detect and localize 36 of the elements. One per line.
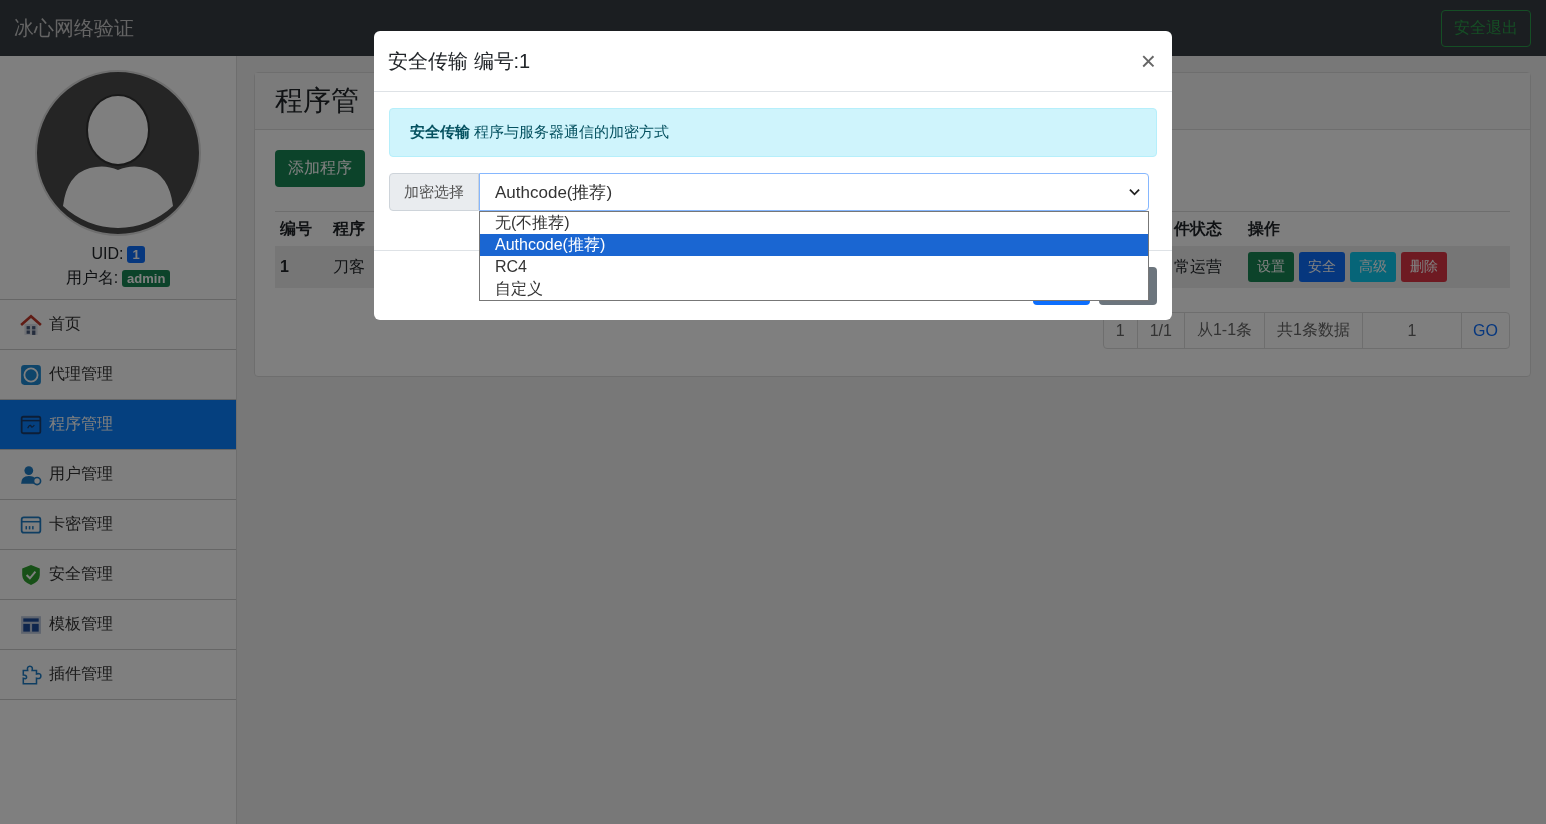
go-button[interactable]: GO — [1461, 312, 1510, 349]
pagination-item: 从1-1条 — [1183, 312, 1266, 349]
sidebar-item[interactable]: 卡密管理 — [0, 500, 236, 550]
info-alert: 安全传输 程序与服务器通信的加密方式 — [389, 108, 1157, 157]
action-button[interactable]: 安全 — [1299, 252, 1345, 282]
column-header: 操作 — [1246, 218, 1281, 239]
brand-title: 冰心网络验证 — [14, 15, 134, 41]
page-input[interactable]: 1 — [1362, 312, 1462, 349]
sidebar-item[interactable]: 插件管理 — [0, 650, 236, 700]
username-label: 用户名: — [65, 267, 119, 288]
sidebar-item[interactable]: 用户管理 — [0, 450, 236, 500]
username-badge: admin — [122, 269, 171, 287]
table-cell-text: 刀客 — [332, 256, 366, 277]
option-item[interactable]: Authcode(推荐) — [480, 234, 1148, 256]
sidebar-item[interactable]: 首页 — [0, 300, 236, 350]
option-item[interactable]: 无(不推荐) — [480, 212, 1148, 234]
sidebar-item[interactable]: 安全管理 — [0, 550, 236, 600]
column-header: 程序 — [331, 218, 366, 239]
action-button[interactable]: 删除 — [1401, 252, 1447, 282]
option-item[interactable]: 自定义 — [480, 278, 1148, 300]
uid-badge: 1 — [127, 245, 145, 263]
sidebar-item[interactable]: 模板管理 — [0, 600, 236, 650]
action-button[interactable]: 设置 — [1248, 252, 1294, 282]
table-cell-text: 1 — [279, 258, 290, 276]
encryption-select[interactable]: Authcode(推荐) — [479, 173, 1149, 211]
sidebar-item[interactable]: 程序管理 — [0, 400, 236, 450]
column-header: 编号 — [279, 218, 313, 239]
encryption-label: 加密选择 — [389, 173, 479, 211]
column-header: 件状态 — [1172, 218, 1223, 239]
dialog-title: 安全传输 编号:1 — [388, 48, 531, 74]
uid-label: UID: — [91, 245, 124, 263]
page-title: 程序管 — [275, 84, 359, 118]
table-cell-text: 常运营 — [1173, 256, 1223, 277]
option-item[interactable]: RC4 — [480, 256, 1148, 278]
close-button[interactable]: × — [1140, 45, 1156, 77]
add-program-button[interactable]: 添加程序 — [275, 150, 365, 187]
